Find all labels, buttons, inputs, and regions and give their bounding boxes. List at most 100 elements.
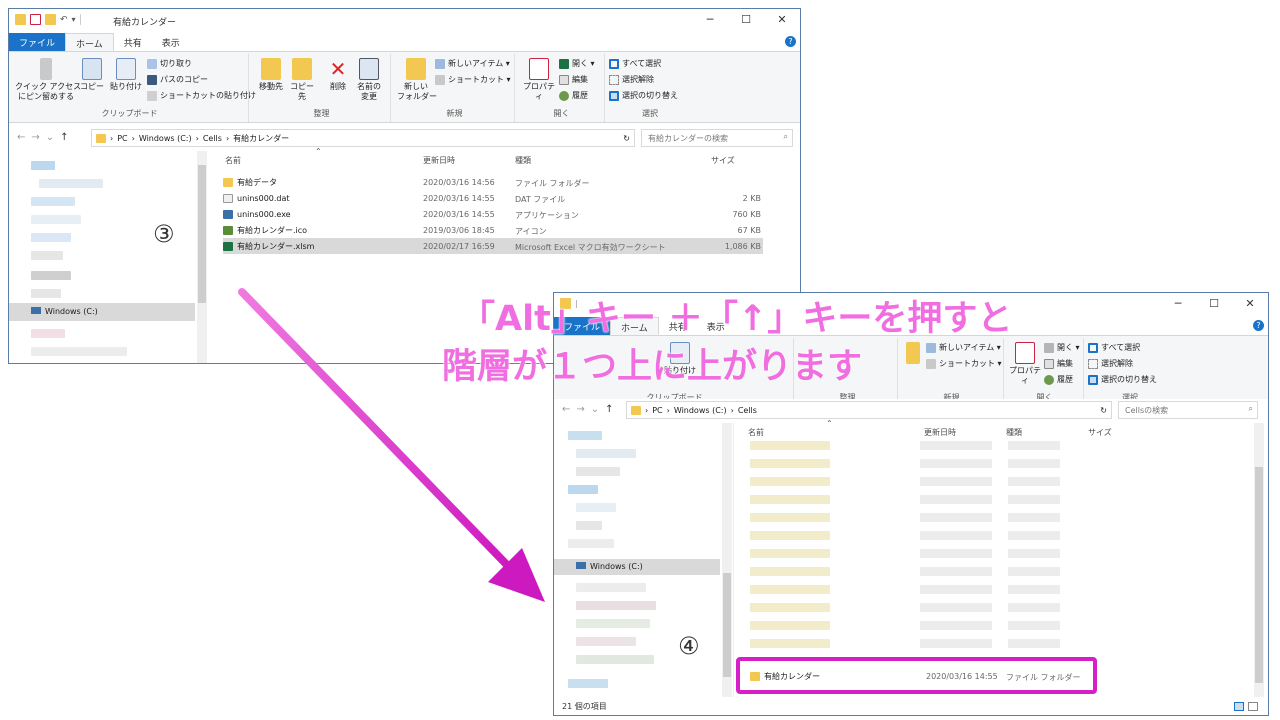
select-none-button[interactable]: 選択解除 [1088,358,1133,369]
paste-shortcut-button[interactable]: ショートカットの貼り付け [147,90,256,101]
open-group: プロパティ 開く ▾ 編集 履歴 開く [519,54,605,122]
folder-icon [406,58,426,80]
col-name[interactable]: 名前 [748,427,764,438]
tab-file[interactable]: ファイル [9,33,66,51]
ico-file-icon [223,225,233,235]
col-size[interactable]: サイズ [1088,427,1112,438]
maximize-button[interactable]: ☐ [728,9,764,31]
minimize-button[interactable]: ─ [1160,293,1196,315]
history-icon [559,90,569,101]
tab-view[interactable]: 表示 [152,33,190,51]
nav-item-drive[interactable]: Windows (C:) [9,303,195,321]
nav-scrollbar[interactable] [197,151,207,363]
invert-selection-button[interactable]: 選択の切り替え [1088,374,1157,385]
properties-icon [1015,342,1035,364]
col-type[interactable]: 種類 [1006,427,1022,438]
properties-button[interactable]: プロパティ [521,58,557,102]
select-none-icon [1088,358,1098,369]
edit-icon [559,74,569,85]
undo-icon[interactable]: ↶ [60,15,68,25]
large-icons-view-icon[interactable] [1248,702,1258,711]
breadcrumb-current[interactable]: 有給カレンダー [233,133,289,144]
new-item-icon [926,342,936,353]
help-icon[interactable]: ? [785,36,796,47]
back-forward-icon[interactable]: ←→⌄↑ [562,404,620,415]
search-input[interactable]: 有給カレンダーの検索 ⌕ [641,129,793,147]
breadcrumb-pc[interactable]: PC [652,406,662,415]
select-all-button[interactable]: すべて選択 [1088,342,1140,353]
address-bar[interactable]: › PC › Windows (C:) › Cells › 有給カレンダー ↻ [91,129,635,147]
copy-button[interactable]: コピー [79,58,105,92]
new-item-button[interactable]: 新しいアイテム ▾ [926,342,1001,353]
breadcrumb-current[interactable]: Cells [738,406,757,415]
new-folder-icon[interactable] [45,14,56,25]
search-input[interactable]: Cellsの検索 ⌕ [1118,401,1258,419]
easy-access-button[interactable]: ショートカット ▾ [435,74,511,85]
col-date[interactable]: 更新日時 [924,427,956,438]
new-folder-button[interactable]: 新しい フォルダー [397,58,437,102]
rename-icon [359,58,379,80]
status-bar: 21 個の項目 [562,702,607,711]
breadcrumb-cells[interactable]: Cells [203,134,222,143]
pin-quick-access-button[interactable]: クイック アクセス にピン留めする [15,58,81,102]
back-forward-icon[interactable]: ←→⌄↑ [17,132,75,143]
select-none-button[interactable]: 選択解除 [609,74,654,85]
edit-button[interactable]: 編集 [1044,358,1073,369]
new-item-button[interactable]: 新しいアイテム ▾ [435,58,510,69]
nav-scrollbar[interactable] [722,423,732,697]
copy-to-icon [292,58,312,80]
rename-button[interactable]: 名前の 変更 [353,58,385,102]
breadcrumb-drive[interactable]: Windows (C:) [674,406,727,415]
details-view-icon[interactable] [1234,702,1244,711]
nav-item-drive[interactable]: Windows (C:) [554,559,720,575]
minimize-button[interactable]: ─ [692,9,728,31]
close-button[interactable]: ✕ [764,9,800,31]
history-button[interactable]: 履歴 [559,90,588,101]
invert-selection-icon [609,90,619,101]
col-date[interactable]: 更新日時 [423,155,455,166]
close-button[interactable]: ✕ [1232,293,1268,315]
col-name[interactable]: 名前 [225,155,241,166]
folder-icon [906,342,920,364]
open-button[interactable]: 開く ▾ [1044,342,1080,353]
step-3-marker: ③ [153,220,175,248]
properties-button[interactable]: プロパティ [1008,342,1042,386]
select-all-button[interactable]: すべて選択 [609,58,661,69]
select-all-icon [609,58,619,69]
col-size[interactable]: サイズ [711,155,735,166]
shortcut-icon [147,90,157,101]
tab-share[interactable]: 共有 [114,33,152,51]
copy-path-button[interactable]: パスのコピー [147,74,208,85]
refresh-icon[interactable]: ↻ [1100,406,1107,415]
copy-to-button[interactable]: コピー先 [287,58,317,102]
list-scrollbar[interactable] [1254,423,1264,697]
folder-icon [96,133,106,143]
maximize-button[interactable]: ☐ [1196,293,1232,315]
address-bar-row: ←→⌄↑ › PC › Windows (C:) › Cells ↻ Cellsの検索… [554,399,1268,421]
drive-icon [31,307,41,314]
shortcut-icon [435,74,445,85]
edit-button[interactable]: 編集 [559,74,588,85]
paste-button[interactable]: 貼り付け [109,58,143,92]
new-folder-button[interactable] [902,342,924,366]
chevron-down-icon[interactable]: ▾ [72,15,76,24]
paste-icon [116,58,136,80]
properties-icon[interactable] [30,14,41,25]
history-button[interactable]: 履歴 [1044,374,1073,385]
col-type[interactable]: 種類 [515,155,531,166]
move-to-button[interactable]: 移動先 [257,58,285,92]
help-icon[interactable]: ? [1253,320,1264,331]
address-bar[interactable]: › PC › Windows (C:) › Cells ↻ [626,401,1112,419]
open-button[interactable]: 開く ▾ [559,58,595,69]
breadcrumb-drive[interactable]: Windows (C:) [139,134,192,143]
easy-access-button[interactable]: ショートカット ▾ [926,358,1002,369]
invert-selection-button[interactable]: 選択の切り替え [609,90,678,101]
delete-button[interactable]: ✕ 削除 [327,58,349,92]
ribbon: クイック アクセス にピン留めする コピー 貼り付け 切り取り パスのコピー シ… [9,51,800,123]
cut-button[interactable]: 切り取り [147,58,192,69]
refresh-icon[interactable]: ↻ [623,134,630,143]
new-group: 新しい フォルダー 新しいアイテム ▾ ショートカット ▾ 新規 [395,54,515,122]
navigation-pane: Windows (C:) [9,151,207,363]
tab-home[interactable]: ホーム [65,33,114,51]
breadcrumb-pc[interactable]: PC [117,134,127,143]
